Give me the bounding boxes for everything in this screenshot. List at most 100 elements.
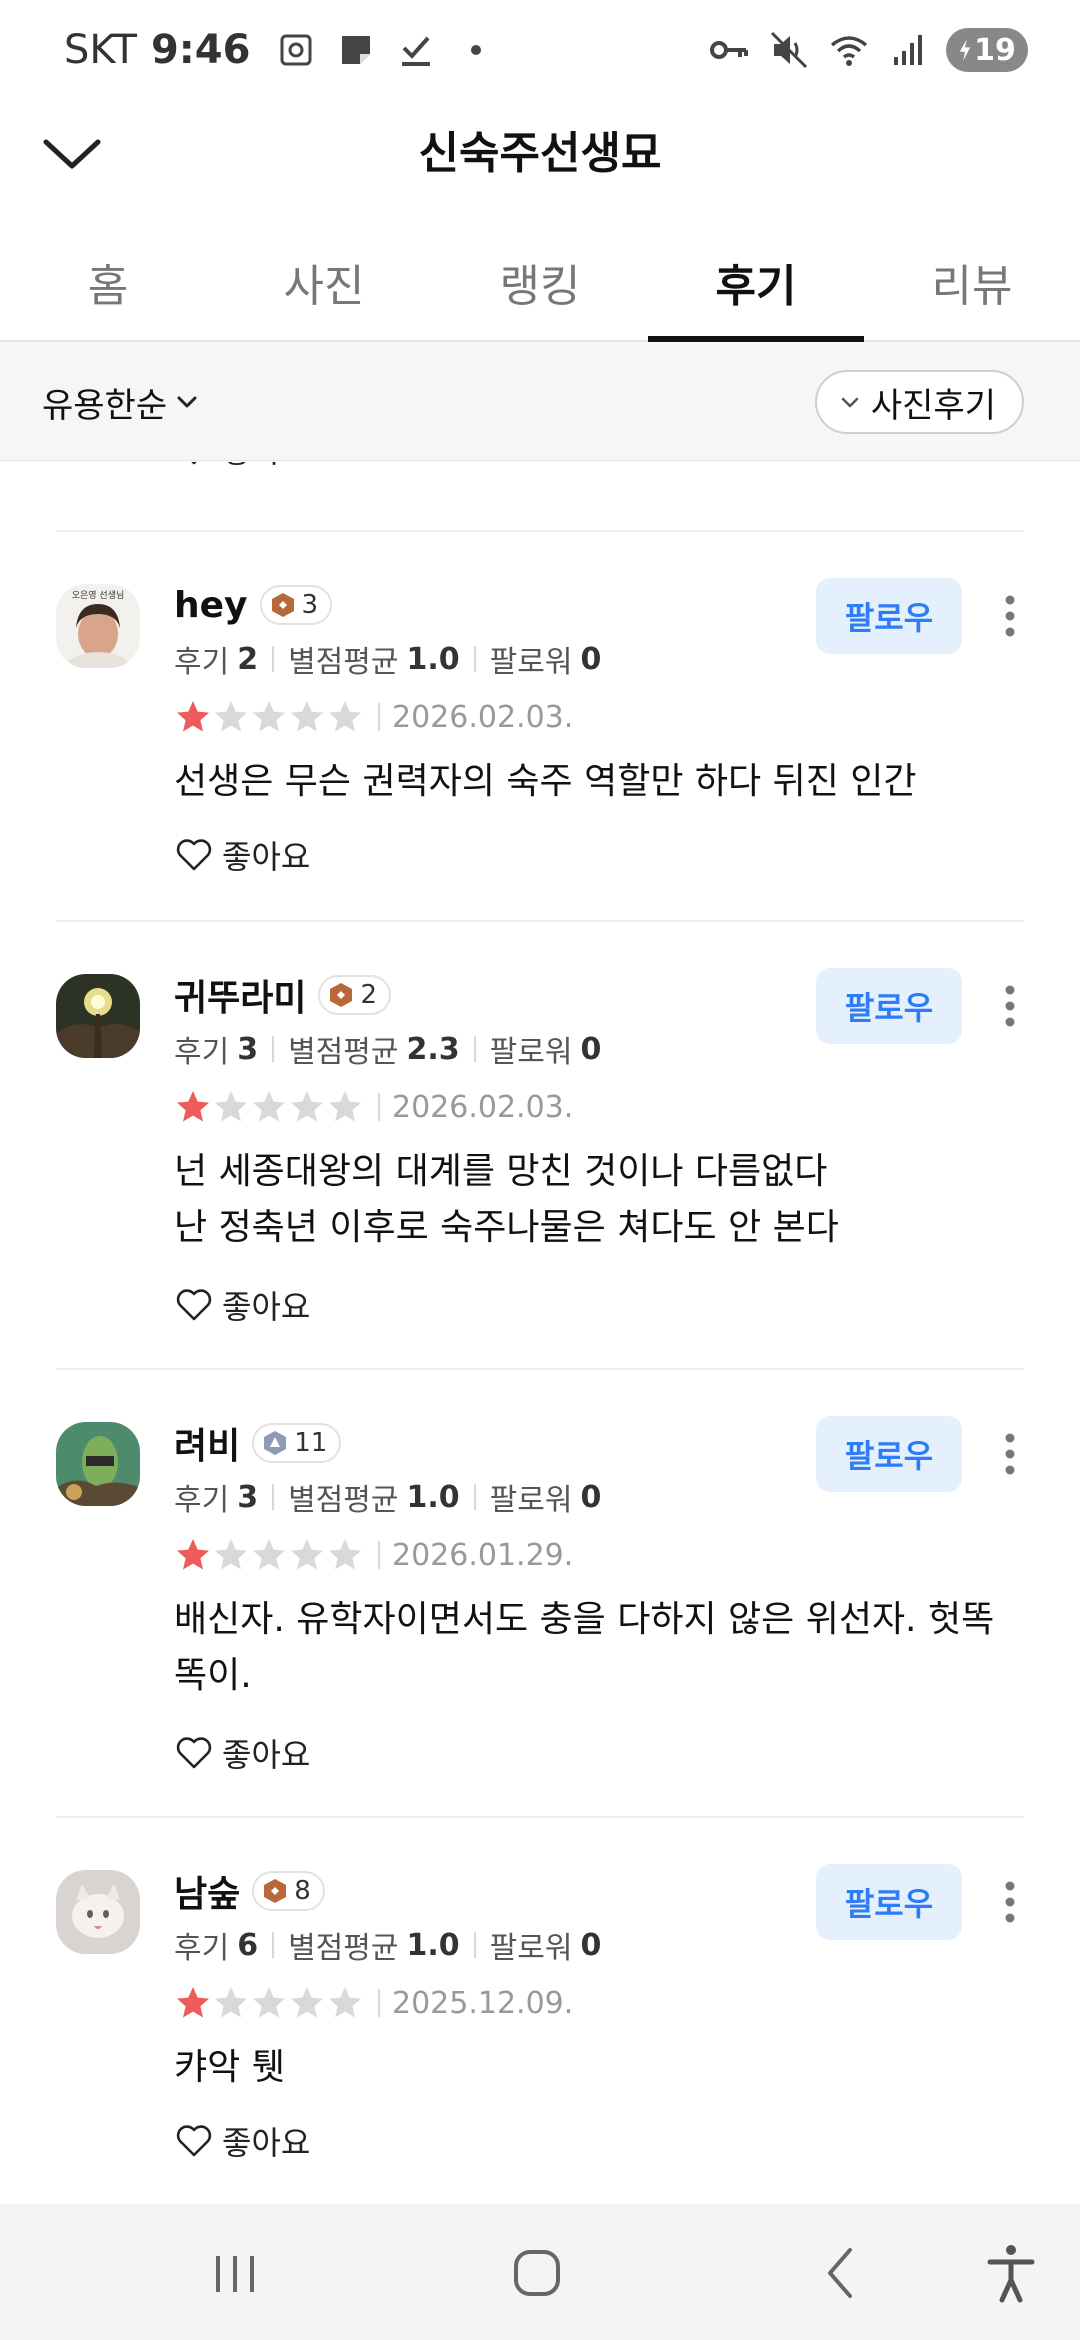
note-icon (336, 30, 376, 70)
like-button[interactable]: 좋아요 (174, 1730, 310, 1776)
carrier-label: SKT (64, 27, 137, 73)
star-empty-icon (215, 1539, 247, 1570)
reviewer-name[interactable]: 귀뚜라미 (174, 969, 306, 1021)
like-button[interactable]: 좋아요 (174, 832, 310, 878)
like-label: 좋아요 (222, 838, 311, 876)
filter-bar: 유용한순 사진후기 (0, 343, 1080, 461)
header: 신숙주선생묘 (0, 100, 1080, 210)
avatar[interactable]: 오은영 선생님 (56, 584, 140, 668)
heart-icon (176, 2125, 212, 2157)
like-label: 좋아요 (222, 2124, 311, 2162)
like-label: 좋아요 (222, 1288, 311, 1326)
review-count: 6 (237, 1927, 259, 1963)
star-empty-icon (215, 1091, 247, 1122)
tab-home[interactable]: 홈 (0, 224, 216, 340)
review-count: 3 (237, 1031, 259, 1067)
more-options-button[interactable] (990, 1420, 1030, 1488)
tab-bar: 홈 사진 랭킹 후기 리뷰 (0, 224, 1080, 342)
reviewer-row: 남숲 8 (174, 1864, 325, 1918)
review-item: 남숲 8 후기 6 별점평균 1.0 팔로워 0 2025.12.09. 캬악 퉷 좋… (0, 1818, 1080, 2204)
more-options-button[interactable] (990, 582, 1030, 650)
follow-button[interactable]: 팔로우 (816, 578, 962, 654)
rating-row: 2026.02.03. (174, 1086, 573, 1128)
heart-icon (176, 1289, 212, 1321)
follow-button[interactable]: 팔로우 (816, 1864, 962, 1940)
tab-photos[interactable]: 사진 (216, 224, 432, 340)
sort-label: 유용한순 (42, 385, 168, 426)
star-empty-icon (329, 1539, 361, 1570)
star-empty-icon (253, 701, 285, 732)
followers-label: 팔로워 (489, 645, 573, 680)
followers-count: 0 (580, 1031, 602, 1067)
battery-level: 19 (974, 32, 1016, 68)
follow-button[interactable]: 팔로우 (816, 1416, 962, 1492)
avg-rating: 1.0 (406, 1479, 460, 1515)
sort-dropdown[interactable]: 유용한순 (42, 373, 201, 431)
level-badge: 11 (252, 1423, 342, 1463)
back-icon (828, 2248, 852, 2298)
followers-label: 팔로워 (489, 1483, 573, 1518)
avg-rating: 2.3 (406, 1031, 460, 1067)
review-count: 2 (237, 641, 259, 677)
avatar-caption: 오은영 선생님 (72, 590, 125, 601)
tab-reviews[interactable]: 후기 (648, 224, 864, 342)
bronze-badge-icon (330, 983, 353, 1007)
like-button[interactable]: 좋아요 (174, 1282, 310, 1328)
reviewer-stats: 후기 3 별점평균 1.0 팔로워 0 (174, 1476, 601, 1519)
reviewer-row: 려비 11 (174, 1416, 342, 1470)
star-empty-icon (253, 1987, 285, 2018)
review-count-label: 후기 (174, 1035, 230, 1070)
follow-button[interactable]: 팔로우 (816, 968, 962, 1044)
reviewer-name[interactable]: 남숲 (174, 1865, 240, 1917)
back-nav-button[interactable] (806, 2238, 876, 2308)
tab-ranking[interactable]: 랭킹 (432, 224, 648, 340)
more-options-button[interactable] (990, 972, 1030, 1040)
more-vertical-icon (1005, 595, 1015, 637)
photo-filter-label: 사진후기 (870, 385, 996, 426)
reviewer-name[interactable]: 려비 (174, 1417, 240, 1469)
charging-icon (959, 39, 971, 61)
more-vertical-icon (1005, 1881, 1015, 1923)
like-button[interactable]: 좋아요 (174, 462, 310, 472)
avatar[interactable] (56, 974, 140, 1058)
screenshot-icon (276, 30, 316, 70)
avg-rating: 1.0 (406, 641, 460, 677)
chevron-down-icon (841, 397, 859, 408)
key-icon (708, 29, 750, 71)
reviewer-name[interactable]: hey (174, 585, 248, 626)
tab-review-list[interactable]: 리뷰 (864, 224, 1080, 340)
avatar[interactable] (56, 1870, 140, 1954)
accessibility-icon (987, 2245, 1035, 2303)
review-item: 귀뚜라미 2 후기 3 별점평균 2.3 팔로워 0 2026.02.03. 넌 세종… (0, 922, 1080, 1368)
review-count: 3 (237, 1479, 259, 1515)
photo-review-filter[interactable]: 사진후기 (814, 370, 1024, 434)
review-text: 배신자. 유학자이면서도 충을 다하지 않은 위선자. 헛똑똑이. (174, 1599, 995, 1696)
level-number: 2 (360, 980, 378, 1010)
like-label: 좋아요 (222, 1736, 311, 1774)
level-number: 3 (301, 590, 319, 620)
level-number: 11 (294, 1428, 328, 1458)
bronze-badge-icon (271, 593, 294, 617)
review-date: 2025.12.09. (392, 1985, 574, 2021)
star-empty-icon (291, 1539, 323, 1570)
followers-label: 팔로워 (489, 1035, 573, 1070)
star-empty-icon (329, 1987, 361, 2018)
page-title: 신숙주선생묘 (418, 128, 662, 179)
rating-row: 2025.12.09. (174, 1982, 573, 2024)
reviewer-stats: 후기 2 별점평균 1.0 팔로워 0 (174, 638, 601, 681)
star-empty-icon (291, 701, 323, 732)
followers-count: 0 (580, 1927, 602, 1963)
avatar[interactable] (56, 1422, 140, 1506)
more-vertical-icon (1005, 1433, 1015, 1475)
review-count-label: 후기 (174, 1931, 230, 1966)
more-options-button[interactable] (990, 1868, 1030, 1936)
like-button[interactable]: 좋아요 (174, 2118, 310, 2164)
star-empty-icon (329, 701, 361, 732)
accessibility-button[interactable] (976, 2238, 1046, 2308)
star-empty-icon (253, 1539, 285, 1570)
review-date: 2026.01.29. (392, 1537, 574, 1573)
recent-apps-button[interactable] (200, 2238, 270, 2308)
level-badge: 8 (252, 1871, 325, 1911)
review-item: 오은영 선생님 hey 3 후기 2 별점평균 1.0 팔로워 0 2026.02.0… (0, 532, 1080, 920)
home-button[interactable] (502, 2238, 572, 2308)
